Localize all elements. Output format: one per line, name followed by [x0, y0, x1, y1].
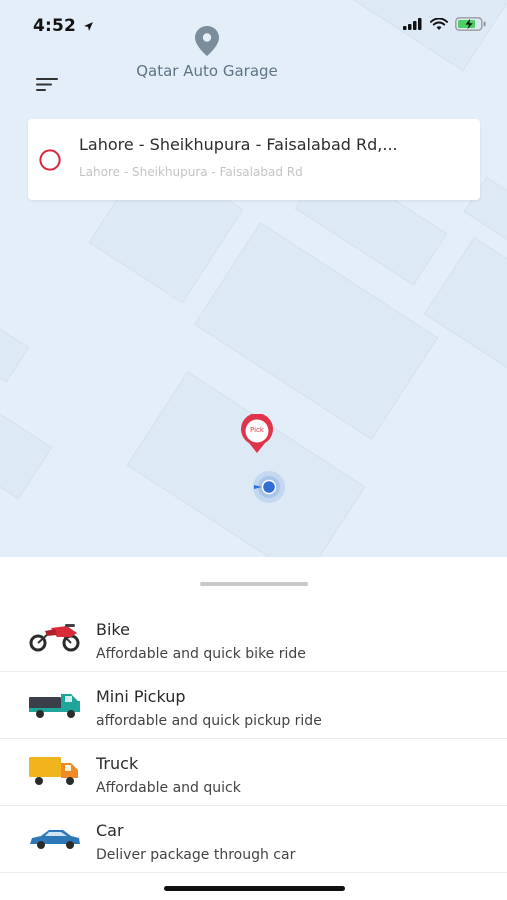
vehicle-list: Bike Affordable and quick bike ride Mini…: [0, 605, 507, 873]
pick-marker-icon: [241, 413, 273, 453]
menu-icon: [36, 78, 58, 91]
menu-button[interactable]: [36, 75, 62, 95]
location-header: Qatar Auto Garage: [112, 26, 302, 80]
pickup-truck-icon: [29, 694, 80, 718]
wifi-icon: [430, 17, 448, 30]
battery-charging-icon: [455, 17, 486, 31]
current-location-icon: [253, 471, 285, 503]
map-block: [423, 236, 507, 376]
address-search-card[interactable]: Lahore - Sheikhupura - Faisalabad Rd,...…: [28, 119, 480, 200]
vehicle-description: affordable and quick pickup ride: [96, 713, 322, 729]
pick-pin-label: Pick: [250, 426, 264, 434]
vehicle-description: Affordable and quick bike ride: [96, 646, 306, 662]
map-block: [0, 402, 53, 500]
location-name: Qatar Auto Garage: [136, 62, 278, 80]
status-time: 4:52: [33, 16, 94, 36]
map-block: [0, 319, 30, 383]
map-pin-icon: [195, 26, 219, 56]
vehicle-description: Deliver package through car: [96, 847, 296, 863]
location-arrow-icon: [84, 21, 94, 31]
address-sub: Lahore - Sheikhupura - Faisalabad Rd: [79, 165, 303, 179]
car-icon: [30, 830, 80, 849]
vehicle-title: Car: [96, 821, 124, 840]
vehicle-title: Mini Pickup: [96, 687, 186, 706]
sheet-drag-handle[interactable]: [200, 582, 308, 586]
home-indicator[interactable]: [164, 886, 345, 891]
current-location-marker: [250, 470, 288, 504]
vehicle-option-truck[interactable]: Truck Affordable and quick: [0, 739, 507, 806]
pick-pin[interactable]: Pick: [236, 413, 278, 454]
truck-icon: [29, 757, 78, 785]
vehicle-bottom-sheet: Bike Affordable and quick bike ride Mini…: [0, 557, 507, 900]
motorbike-icon: [29, 624, 80, 652]
status-icons: [403, 17, 487, 31]
vehicle-description: Affordable and quick: [96, 780, 241, 796]
vehicle-option-bike[interactable]: Bike Affordable and quick bike ride: [0, 605, 507, 672]
vehicle-title: Bike: [96, 620, 130, 639]
pickup-circle-icon: [39, 149, 61, 171]
vehicle-option-car[interactable]: Car Deliver package through car: [0, 806, 507, 873]
vehicle-title: Truck: [96, 754, 139, 773]
signal-icon: [403, 18, 422, 30]
vehicle-option-mini-pickup[interactable]: Mini Pickup affordable and quick pickup …: [0, 672, 507, 739]
address-main: Lahore - Sheikhupura - Faisalabad Rd,...: [79, 135, 398, 154]
